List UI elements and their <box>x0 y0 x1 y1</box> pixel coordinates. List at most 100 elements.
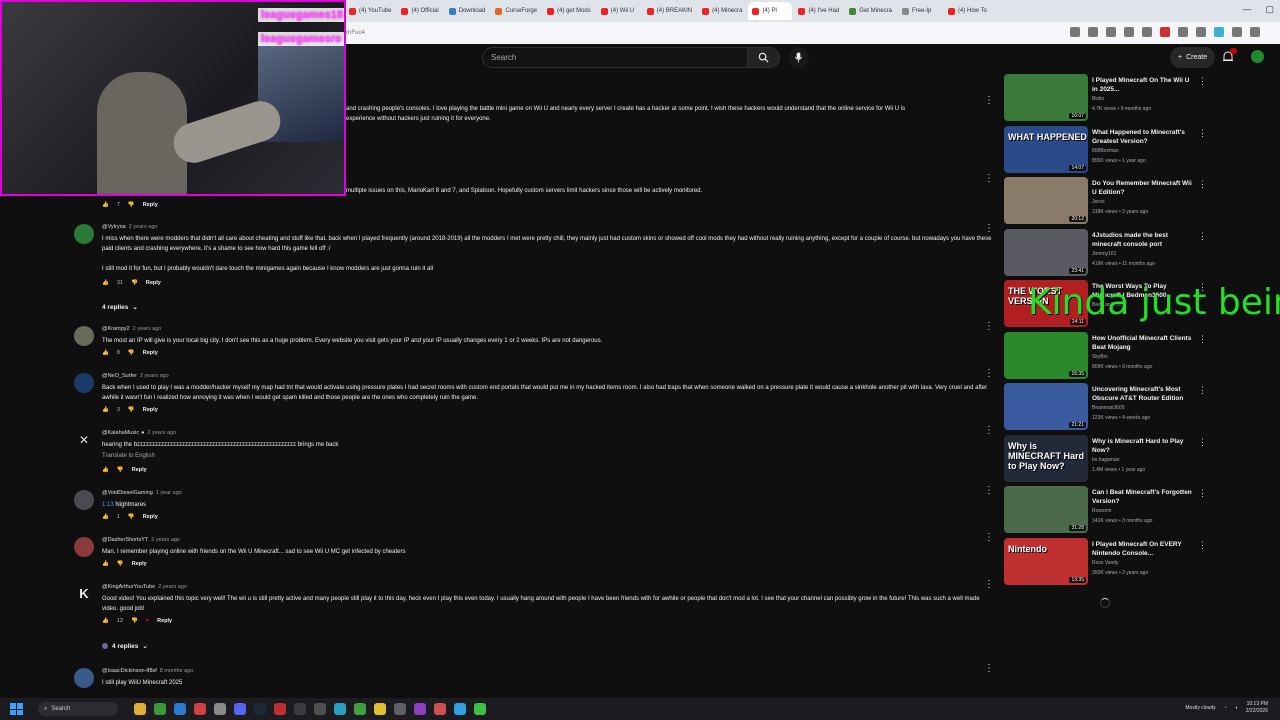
like-icon[interactable]: 👍 <box>102 618 109 624</box>
browser-tab[interactable]: (4) Official <box>397 2 442 20</box>
more-actions-icon[interactable]: ⋮ <box>1198 231 1207 242</box>
extension-icon[interactable] <box>1232 27 1242 37</box>
video-thumbnail[interactable]: 20:12 <box>1004 177 1088 224</box>
video-thumbnail[interactable]: WHAT HAPPENED 14:07 <box>1004 125 1088 173</box>
video-title[interactable]: I Played Minecraft On The Wii U in 2025.… <box>1092 76 1196 94</box>
clock[interactable]: 10:13 PM 2/22/2026 <box>1246 701 1268 715</box>
like-icon[interactable]: 👍 <box>102 202 109 208</box>
video-thumbnail[interactable]: 16:35 <box>1004 331 1088 379</box>
dislike-icon[interactable]: 👎 <box>128 514 135 520</box>
dislike-icon[interactable]: 👎 <box>128 350 135 356</box>
more-actions-icon[interactable]: ⋮ <box>1198 76 1207 87</box>
avatar[interactable]: ✕ <box>74 430 94 450</box>
comment-author[interactable]: @Krampy2 <box>102 326 130 332</box>
search-button[interactable] <box>748 47 780 68</box>
create-button[interactable]: + Create <box>1170 47 1216 68</box>
comment-time[interactable]: 2 years ago <box>140 373 169 379</box>
reply-button[interactable]: Reply <box>143 202 158 208</box>
edge-icon[interactable] <box>174 703 186 715</box>
timestamp-link[interactable]: 1:13 <box>102 502 114 508</box>
browser-tab[interactable]: (4) get Mods <box>543 2 595 20</box>
browser-tab-active[interactable]: (4) Pl <box>748 2 793 20</box>
maximize-icon[interactable]: ▢ <box>1265 4 1274 15</box>
more-actions-icon[interactable]: ⋮ <box>1198 540 1207 551</box>
video-thumbnail[interactable]: 16:07 <box>1004 74 1088 121</box>
dislike-icon[interactable]: 👎 <box>131 280 138 286</box>
app-icon[interactable] <box>394 703 406 715</box>
video-title[interactable]: How Unofficial Minecraft Clients Beat Mo… <box>1092 334 1196 352</box>
like-icon[interactable]: 👍 <box>102 514 109 520</box>
channel-name[interactable]: SkyBoi <box>1092 354 1108 360</box>
extension-icon[interactable] <box>1250 27 1260 37</box>
reply-button[interactable]: Reply <box>132 561 147 567</box>
browser-tab[interactable]: Free-Ip <box>898 2 942 20</box>
steam-icon[interactable] <box>254 703 266 715</box>
app-icon[interactable] <box>214 703 226 715</box>
avatar[interactable] <box>74 490 94 510</box>
more-actions-icon[interactable]: ⋮ <box>1198 179 1207 190</box>
volume-icon[interactable]: ◖ <box>1235 705 1238 711</box>
video-thumbnail[interactable]: Why is MINECRAFT Hard to Play Now? <box>1004 434 1088 482</box>
browser-tab[interactable]: Get Minecra <box>845 2 896 20</box>
reply-button[interactable]: Reply <box>143 514 158 520</box>
more-actions-icon[interactable]: ⋮ <box>984 96 994 106</box>
more-actions-icon[interactable]: ⋮ <box>984 486 994 496</box>
more-actions-icon[interactable]: ⋮ <box>984 426 994 436</box>
browser-tab[interactable]: (4) Wii U <box>597 2 641 20</box>
url-text[interactable]: xnFuo4 <box>345 30 365 36</box>
video-thumbnail[interactable]: 23:41 <box>1004 228 1088 276</box>
account-avatar[interactable] <box>1251 50 1264 63</box>
comment-author[interactable]: @KingArthurYouTube <box>102 584 155 590</box>
recommended-video[interactable]: 20:12 Do You Remember Minecraft Wii U Edi… <box>1004 177 1207 225</box>
app-icon[interactable] <box>334 703 346 715</box>
like-icon[interactable]: 👍 <box>102 350 109 356</box>
video-title[interactable]: I Played Minecraft On EVERY Nintendo Con… <box>1092 540 1196 558</box>
windows-start-icon[interactable] <box>10 703 24 715</box>
video-thumbnail[interactable]: 31:28 <box>1004 486 1088 533</box>
extension-icon[interactable] <box>1142 27 1152 37</box>
recommended-video[interactable]: Nintendo 13:35 I Played Minecraft On EVERY… <box>1004 537 1207 586</box>
video-title[interactable]: Do You Remember Minecraft Wii U Edition? <box>1092 179 1196 197</box>
comment-author[interactable]: @NeO_Surfer <box>102 373 137 379</box>
more-actions-icon[interactable]: ⋮ <box>1198 334 1207 345</box>
taskbar-search[interactable]: ⌕ Search <box>38 702 118 716</box>
extension-icon[interactable] <box>1124 27 1134 37</box>
more-actions-icon[interactable]: ⋮ <box>984 533 994 543</box>
browser-tab[interactable]: (4) I've Had <box>794 2 843 20</box>
browser-tab[interactable]: (4) How To <box>944 2 991 20</box>
more-actions-icon[interactable]: ⋮ <box>1198 385 1207 396</box>
extension-icon[interactable] <box>1070 27 1080 37</box>
dislike-icon[interactable]: 👎 <box>128 407 135 413</box>
extension-icon[interactable] <box>1088 27 1098 37</box>
more-actions-icon[interactable]: ⋮ <box>984 224 994 234</box>
reply-button[interactable]: Reply <box>132 467 147 473</box>
avatar[interactable] <box>74 224 94 244</box>
more-actions-icon[interactable]: ⋮ <box>984 369 994 379</box>
reply-button[interactable]: Reply <box>143 350 158 356</box>
comment-author[interactable]: @VoidDieselGaming <box>102 490 153 496</box>
channel-name[interactable]: bs.hagaman <box>1092 457 1120 463</box>
channel-name[interactable]: 808Boxman <box>1092 148 1119 154</box>
app-icon[interactable] <box>474 703 486 715</box>
recommended-video[interactable]: 16:07 I Played Minecraft On The Wii U in … <box>1004 74 1207 122</box>
video-title[interactable]: Why is Minecraft Hard to Play Now? <box>1092 437 1196 455</box>
comment-author[interactable]: @Vylryna <box>102 224 126 230</box>
more-actions-icon[interactable]: ⋮ <box>984 664 994 674</box>
dislike-icon[interactable]: 👎 <box>117 561 124 567</box>
comment-author[interactable]: @IsaacDickinson-tf8sf <box>102 668 157 674</box>
channel-name[interactable]: Jommy161 <box>1092 251 1116 257</box>
search-input[interactable]: Search <box>482 47 748 68</box>
more-actions-icon[interactable]: ⋮ <box>984 322 994 332</box>
video-thumbnail[interactable]: Nintendo 13:35 <box>1004 537 1088 585</box>
more-actions-icon[interactable]: ⋮ <box>1198 128 1207 139</box>
app-icon[interactable] <box>374 703 386 715</box>
channel-name[interactable]: Rowsmn <box>1092 508 1111 514</box>
reply-button[interactable]: Reply <box>146 280 161 286</box>
like-icon[interactable]: 👍 <box>102 407 109 413</box>
extension-icon[interactable] <box>1178 27 1188 37</box>
comment-time[interactable]: 2 years ago <box>158 584 187 590</box>
comment-author[interactable]: @DasherShortsYT <box>102 537 148 543</box>
app-icon[interactable] <box>294 703 306 715</box>
translate-link[interactable]: Translate to English <box>102 451 994 461</box>
recommended-video[interactable]: Why is MINECRAFT Hard to Play Now? Why is… <box>1004 434 1207 483</box>
